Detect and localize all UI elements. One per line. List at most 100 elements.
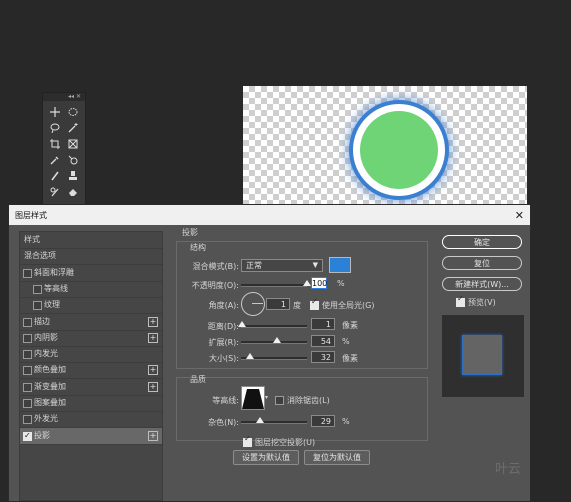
lasso-tool-icon[interactable] xyxy=(46,121,64,135)
contour-curve-icon xyxy=(242,389,264,409)
distance-slider[interactable] xyxy=(241,325,307,328)
style-list-item-label: 描边 xyxy=(34,316,50,326)
antialias-checkbox[interactable] xyxy=(275,396,284,405)
noise-slider-thumb[interactable] xyxy=(256,417,265,423)
style-list-item-label: 内发光 xyxy=(34,349,58,359)
reset-button[interactable]: 复位 xyxy=(442,256,522,270)
blend-mode-select[interactable]: 正常 ▼ xyxy=(241,259,323,272)
style-checkbox[interactable] xyxy=(23,333,32,343)
style-checkbox[interactable] xyxy=(23,317,32,327)
style-list-item[interactable]: 颜色叠加 + xyxy=(20,362,162,380)
crop-tool-icon[interactable] xyxy=(46,137,64,151)
style-checkbox[interactable] xyxy=(23,415,32,425)
green-circle-layer xyxy=(360,111,438,189)
tools-panel: ◂◂ ✕ xyxy=(42,92,86,216)
workspace-background xyxy=(527,86,571,399)
style-list-item-label: 纹理 xyxy=(44,300,60,310)
move-tool-icon[interactable] xyxy=(46,105,64,119)
angle-input[interactable]: 1 xyxy=(266,298,290,310)
eraser-tool-icon[interactable] xyxy=(64,185,82,199)
clone-stamp-tool-icon[interactable] xyxy=(64,169,82,183)
distance-slider-thumb[interactable] xyxy=(237,321,246,327)
layer-style-dialog: 图层样式 ✕ 样式 混合选项 斜面和浮雕 等高线 纹理 描边 + 内阴影 + 内发光 颜色叠加 + 渐变… xyxy=(8,204,531,502)
style-checkbox[interactable] xyxy=(23,366,32,376)
noise-unit: % xyxy=(342,417,350,426)
style-list-item[interactable]: 斜面和浮雕 xyxy=(20,265,162,282)
preview-checkbox[interactable] xyxy=(456,294,465,307)
frame-tool-icon[interactable] xyxy=(64,137,82,151)
distance-input[interactable]: 1 xyxy=(311,318,335,330)
distance-label: 距离(D): xyxy=(207,322,239,331)
magic-wand-tool-icon[interactable] xyxy=(64,121,82,135)
opacity-slider[interactable] xyxy=(241,284,307,287)
quality-group xyxy=(176,377,428,441)
style-list-item[interactable]: 混合选项 xyxy=(20,248,162,266)
style-list-item[interactable]: 投影 + xyxy=(20,427,162,445)
size-input[interactable]: 32 xyxy=(311,351,335,363)
contour-picker[interactable] xyxy=(241,386,265,410)
opacity-slider-thumb[interactable] xyxy=(303,280,311,286)
ok-button[interactable]: 确定 xyxy=(442,235,522,249)
style-list-item-label: 斜面和浮雕 xyxy=(34,267,74,277)
angle-unit: 度 xyxy=(293,301,301,310)
close-icon[interactable]: ✕ xyxy=(515,209,524,222)
blend-mode-label: 混合模式(B): xyxy=(192,262,239,271)
style-checkbox[interactable] xyxy=(33,301,42,311)
add-effect-icon[interactable]: + xyxy=(148,316,158,327)
style-list-item[interactable]: 描边 + xyxy=(20,314,162,331)
eyedropper-tool-icon[interactable] xyxy=(46,153,64,167)
contour-dropdown-icon[interactable]: ▾ xyxy=(265,394,268,401)
style-list-item-label: 内阴影 xyxy=(34,332,58,342)
section-title: 投影 xyxy=(182,228,198,237)
new-style-button[interactable]: 新建样式(W)... xyxy=(442,277,522,291)
make-default-button[interactable]: 设置为默认值 xyxy=(233,450,299,465)
history-brush-tool-icon[interactable] xyxy=(46,185,64,199)
global-light-label: 使用全局光(G) xyxy=(322,301,375,310)
angle-label: 角度(A): xyxy=(208,301,239,310)
add-effect-icon[interactable]: + xyxy=(148,332,158,343)
reset-default-button[interactable]: 复位为默认值 xyxy=(304,450,370,465)
spread-input[interactable]: 54 xyxy=(311,335,335,347)
chevron-down-icon: ▼ xyxy=(312,261,318,269)
style-list-item[interactable]: 渐变叠加 + xyxy=(20,379,162,396)
global-light-checkbox[interactable] xyxy=(310,297,319,310)
style-checkbox[interactable] xyxy=(23,350,32,360)
style-checkbox[interactable] xyxy=(23,399,32,408)
style-checkbox[interactable] xyxy=(23,268,32,278)
brush-tool-icon[interactable] xyxy=(46,169,64,183)
elliptical-marquee-tool-icon[interactable] xyxy=(64,105,82,119)
shadow-color-swatch[interactable] xyxy=(329,257,351,273)
style-list-item-label: 渐变叠加 xyxy=(34,381,66,391)
style-preview xyxy=(442,315,524,397)
style-list-item[interactable]: 图案叠加 xyxy=(20,395,162,412)
spread-slider-thumb[interactable] xyxy=(272,337,281,343)
knockout-checkbox[interactable] xyxy=(243,434,252,447)
style-list-item[interactable]: 外发光 xyxy=(20,411,162,429)
style-list-item-label: 颜色叠加 xyxy=(34,365,66,375)
add-effect-icon[interactable]: + xyxy=(148,365,158,376)
size-label: 大小(S): xyxy=(208,354,239,363)
noise-input[interactable]: 29 xyxy=(311,415,335,427)
style-checkbox[interactable] xyxy=(23,382,32,392)
add-effect-icon[interactable]: + xyxy=(148,381,158,392)
tools-panel-header[interactable]: ◂◂ ✕ xyxy=(43,93,85,101)
style-checkbox[interactable] xyxy=(23,428,32,444)
angle-dial[interactable] xyxy=(241,292,265,316)
size-slider-thumb[interactable] xyxy=(245,353,254,359)
style-list-item-label: 混合选项 xyxy=(24,251,56,261)
healing-brush-tool-icon[interactable] xyxy=(64,153,82,167)
style-checkbox[interactable] xyxy=(33,284,42,294)
structure-title: 结构 xyxy=(190,243,206,252)
add-effect-icon[interactable]: + xyxy=(148,430,158,441)
noise-slider[interactable] xyxy=(241,421,307,424)
dialog-title: 图层样式 xyxy=(15,210,47,220)
style-list-item[interactable]: 内阴影 + xyxy=(20,330,162,347)
opacity-input[interactable]: 100 xyxy=(311,277,327,289)
style-list-item[interactable]: 纹理 xyxy=(20,297,162,315)
style-list-item[interactable]: 等高线 xyxy=(20,281,162,298)
style-list: 样式混合选项斜面和浮雕等高线纹理描边 + 内阴影 + 内发光颜色叠加 + 渐变叠加 + 图案叠加… xyxy=(19,231,163,501)
knockout-label: 图层挖空投影(U) xyxy=(255,438,316,447)
noise-label: 杂色(N): xyxy=(208,418,239,427)
style-list-item[interactable]: 样式 xyxy=(20,232,162,249)
style-list-item[interactable]: 内发光 xyxy=(20,346,162,364)
